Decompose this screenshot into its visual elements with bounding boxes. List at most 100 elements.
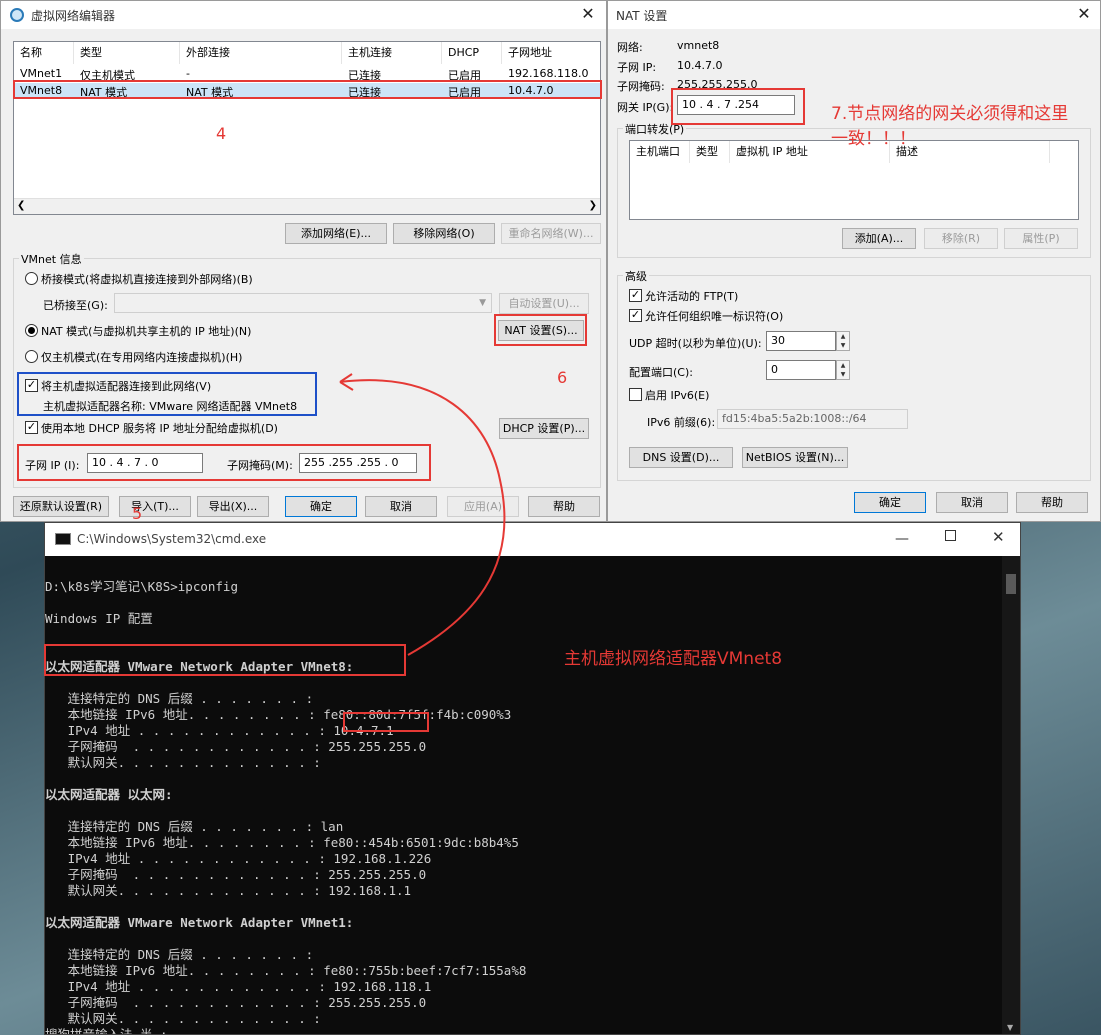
col-dhcp[interactable]: DHCP (442, 42, 502, 64)
nat-settings-button[interactable]: NAT 设置(S)... (498, 320, 584, 341)
cmd-line: 连接特定的 DNS 后缀 . . . . . . . : (45, 691, 314, 706)
add-port-forward-button[interactable]: 添加(A)... (842, 228, 916, 249)
cell: NAT 模式 (80, 86, 128, 99)
config-port-stepper[interactable]: ▲ ▼ (836, 360, 850, 380)
config-port-label: 配置端口(C): (629, 366, 693, 379)
col-external[interactable]: 外部连接 (180, 42, 342, 64)
export-button[interactable]: 导出(X)... (197, 496, 269, 517)
minimize-icon[interactable]: — (895, 531, 909, 547)
cell: 10.4.7.0 (508, 84, 554, 97)
cmd-line: 搜狗拼音输入法 半 : (45, 1027, 1000, 1034)
subnet-mask-label: 子网掩码(M): (227, 459, 293, 472)
table-row-selected[interactable]: VMnet8 NAT 模式 NAT 模式 已连接 已启用 10.4.7.0 (14, 83, 600, 99)
chevron-right-icon[interactable]: ❯ (589, 200, 597, 211)
netbios-settings-button[interactable]: NetBIOS 设置(N)... (742, 447, 848, 468)
udp-timeout-input[interactable]: 30 (766, 331, 836, 351)
config-port-input[interactable]: 0 (766, 360, 836, 380)
cell: VMnet8 (20, 84, 63, 97)
port-forwarding-list[interactable]: 主机端口 类型 虚拟机 IP 地址 描述 (629, 140, 1079, 220)
connect-adapter-label: 将主机虚拟适配器连接到此网络(V) (41, 380, 212, 393)
cmd-line: Windows IP 配置 (45, 611, 153, 626)
cmd-line (45, 627, 1000, 643)
rename-network-button[interactable]: 重命名网络(W)... (501, 223, 601, 244)
col-host[interactable]: 主机连接 (342, 42, 442, 64)
close-icon[interactable]: ✕ (992, 528, 1005, 546)
cmd-line: 以太网适配器 以太网: (45, 787, 173, 802)
ftp-checkbox[interactable]: ✓ (629, 289, 642, 302)
auto-settings-button[interactable]: 自动设置(U)... (499, 293, 589, 314)
bridged-to-select[interactable]: ▼ (114, 293, 492, 313)
restore-defaults-button[interactable]: 还原默认设置(R) (13, 496, 109, 517)
col-name[interactable]: 名称 (14, 42, 74, 64)
cmd-line: 默认网关. . . . . . . . . . . . . : 192.168.… (45, 883, 412, 898)
cmd-line (45, 643, 1000, 659)
connect-adapter-checkbox[interactable]: ✓ (25, 379, 38, 392)
cancel-button[interactable]: 取消 (936, 492, 1008, 513)
ok-button[interactable]: 确定 (854, 492, 926, 513)
chevron-left-icon[interactable]: ❮ (17, 200, 25, 211)
cmd-line: 本地链接 IPv6 地址. . . . . . . . : fe80::80d:… (45, 707, 512, 722)
gateway-label: 网关 IP(G): (617, 101, 674, 114)
chevron-down-icon: ▼ (479, 298, 486, 308)
col-subnet[interactable]: 子网地址 (502, 42, 600, 64)
oui-checkbox[interactable]: ✓ (629, 309, 642, 322)
cmd-line: 子网掩码 . . . . . . . . . . . . : 255.255.2… (45, 995, 427, 1010)
cell: NAT 模式 (186, 86, 234, 99)
cmd-title: C:\Windows\System32\cmd.exe (77, 532, 267, 546)
horizontal-scrollbar[interactable]: ❮ ❯ (14, 198, 600, 214)
ipv6-prefix-label: IPv6 前缀(6): (647, 416, 716, 429)
col-host-port[interactable]: 主机端口 (630, 141, 690, 163)
help-button[interactable]: 帮助 (1016, 492, 1088, 513)
subnet-ip-field[interactable]: 10 . 4 . 7 . 0 (87, 453, 203, 473)
subnet-ip-label: 子网 IP: (617, 61, 657, 74)
hostonly-radio[interactable] (25, 350, 38, 363)
help-button[interactable]: 帮助 (528, 496, 600, 517)
cmd-line: 以太网适配器 VMware Network Adapter VMnet8: (45, 659, 354, 674)
import-button[interactable]: 导入(T)... (119, 496, 191, 517)
apply-button[interactable]: 应用(A) (447, 496, 519, 517)
subnet-mask-field[interactable]: 255 .255 .255 . 0 (299, 453, 417, 473)
properties-button[interactable]: 属性(P) (1004, 228, 1078, 249)
cmd-line: 以太网适配器 VMware Network Adapter VMnet1: (45, 915, 354, 930)
dhcp-settings-button[interactable]: DHCP 设置(P)... (499, 418, 589, 439)
ipv6-prefix-field[interactable]: fd15:4ba5:5a2b:1008::/64 (717, 409, 908, 429)
cmd-line: IPv4 地址 . . . . . . . . . . . . : 192.16… (45, 851, 432, 866)
cmd-line: 子网掩码 . . . . . . . . . . . . : 255.255.2… (45, 867, 427, 882)
cell: 已启用 (448, 69, 481, 82)
cmd-line: 子网掩码 . . . . . . . . . . . . : 255.255.2… (45, 739, 427, 754)
annotation-5: 5 (132, 504, 143, 523)
close-icon[interactable]: ✕ (1072, 4, 1096, 24)
network-globe-icon (10, 8, 24, 22)
col-type[interactable]: 类型 (74, 42, 180, 64)
dns-settings-button[interactable]: DNS 设置(D)... (629, 447, 733, 468)
nat-radio[interactable] (25, 324, 38, 337)
cmd-line: 连接特定的 DNS 后缀 . . . . . . . : (45, 947, 314, 962)
vne-titlebar[interactable]: 虚拟网络编辑器 ✕ (1, 1, 606, 29)
scrollbar-thumb[interactable] (1006, 574, 1016, 594)
nat-titlebar[interactable]: NAT 设置 ✕ (608, 1, 1100, 29)
chevron-down-icon[interactable]: ▼ (1007, 1023, 1013, 1032)
annotation-4: 4 (216, 124, 227, 143)
cmd-line (45, 771, 1000, 787)
udp-timeout-stepper[interactable]: ▲ ▼ (836, 331, 850, 351)
ipv6-checkbox[interactable] (629, 388, 642, 401)
network-value: vmnet8 (677, 39, 720, 52)
ok-button[interactable]: 确定 (285, 496, 357, 517)
remove-port-forward-button[interactable]: 移除(R) (924, 228, 998, 249)
oui-label: 允许任何组织唯一标识符(O) (645, 310, 784, 323)
remove-network-button[interactable]: 移除网络(O) (393, 223, 495, 244)
cmd-output[interactable]: D:\k8s学习笔记\K8S>ipconfig Windows IP 配置 以太网适… (45, 556, 1000, 1034)
cmd-titlebar[interactable]: C:\Windows\System32\cmd.exe — ✕ (45, 523, 1020, 556)
add-network-button[interactable]: 添加网络(E)... (285, 223, 387, 244)
close-icon[interactable]: ✕ (576, 4, 600, 24)
cell: 已连接 (348, 86, 381, 99)
dhcp-checkbox[interactable]: ✓ (25, 421, 38, 434)
cancel-button[interactable]: 取消 (365, 496, 437, 517)
bridged-radio[interactable] (25, 272, 38, 285)
col-type[interactable]: 类型 (690, 141, 730, 163)
vertical-scrollbar[interactable]: ▼ (1002, 556, 1020, 1034)
maximize-icon[interactable] (945, 530, 956, 541)
network-list[interactable]: 名称 类型 外部连接 主机连接 DHCP 子网地址 VMnet1 仅主机模式 -… (13, 41, 601, 215)
gateway-ip-field[interactable]: 10 . 4 . 7 .254 (677, 95, 795, 115)
table-row[interactable]: VMnet1 仅主机模式 - 已连接 已启用 192.168.118.0 (14, 66, 600, 82)
